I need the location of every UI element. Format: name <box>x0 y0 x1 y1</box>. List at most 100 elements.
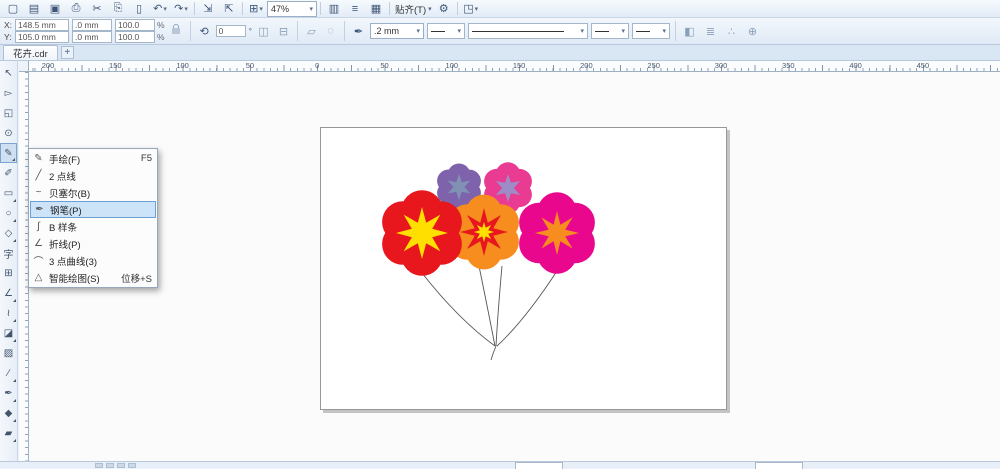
object-height-field[interactable]: .0 mm <box>72 31 112 43</box>
transparency-tool[interactable]: ▨ <box>0 343 17 363</box>
flyout-item-3-point-curve[interactable]: ⌒ 3 点曲线(3) <box>30 252 156 269</box>
drawing-page[interactable] <box>320 127 727 410</box>
zoom-tool[interactable]: ⊙ <box>0 123 17 143</box>
outline-settings-button[interactable]: ≣ <box>702 21 719 41</box>
cut-button[interactable]: ✂ <box>87 1 107 17</box>
document-tab-label: 花卉.cdr <box>13 49 48 60</box>
property-bar: X: 148.5 mm Y: 105.0 mm .0 mm .0 mm 100.… <box>0 18 1000 45</box>
text-tool[interactable]: 字 <box>0 243 17 263</box>
new-document-button[interactable]: ▢ <box>3 1 23 17</box>
zoom-levels-combo[interactable]: 47% ▾ <box>267 0 317 17</box>
drawing-window[interactable] <box>29 72 1000 461</box>
mirror-horizontal-button[interactable]: ◫ <box>255 21 272 41</box>
flyout-item-smart-drawing[interactable]: △ 智能绘图(S) 位移+S <box>30 269 156 286</box>
lock-ratio-button[interactable] <box>168 21 185 41</box>
transparency-tool-icon: ▨ <box>3 347 14 359</box>
scale-v-field[interactable]: 100.0 <box>115 31 155 43</box>
wrap-paragraph-text-button[interactable]: ◧ <box>681 21 698 41</box>
ruler-label: 150 <box>512 61 526 70</box>
y-position-field[interactable]: 105.0 mm <box>15 31 69 43</box>
line-cap-combo[interactable]: ▾ <box>631 23 670 39</box>
flyout-item-freehand[interactable]: ✎ 手绘(F) F5 <box>30 150 156 167</box>
outline-pen-tool[interactable]: ✒ <box>0 383 17 403</box>
flyout-item-b-spline[interactable]: ∫ B 样条 <box>30 218 156 235</box>
line-cap-preview <box>635 30 650 32</box>
flower-stem[interactable] <box>496 270 558 347</box>
flower-stem[interactable] <box>495 265 503 347</box>
export-button[interactable]: ⇱ <box>219 1 239 17</box>
view-rulers-button[interactable]: ≡ <box>345 1 365 17</box>
outline-width-value: .2 mm <box>373 26 399 36</box>
eyedropper-tool[interactable]: ∕ <box>0 363 17 383</box>
paste-button[interactable]: ▯ <box>129 1 149 17</box>
flyout-item-polyline[interactable]: ∠ 折线(P) <box>30 235 156 252</box>
import-button[interactable]: ⇲ <box>198 1 218 17</box>
pick-tool[interactable]: ↖ <box>0 63 17 83</box>
flyout-item-bezier[interactable]: ~ 贝塞尔(B) <box>30 184 156 201</box>
snap-to-button[interactable]: 贴齐(T) ▾ <box>393 1 433 17</box>
fill-tool[interactable]: ◆ <box>0 403 17 423</box>
property-bar-separator <box>343 21 345 41</box>
end-arrowhead-combo[interactable]: ▾ <box>590 23 629 39</box>
print-button[interactable]: ⎙ <box>66 1 86 17</box>
shape-tool-icon: ▻ <box>4 87 13 99</box>
property-bar-tail-icons: ◧ ≣ ∴ ⊕ <box>681 21 761 41</box>
close-curve-button[interactable]: ◌ <box>322 21 339 41</box>
artistic-media-tool[interactable]: ✐ <box>0 163 17 183</box>
document-tab[interactable]: 花卉.cdr <box>3 45 58 60</box>
flower-stem[interactable] <box>421 272 496 347</box>
view-grid-button[interactable]: ▦ <box>366 1 386 17</box>
fit-page-button[interactable]: ⊕ <box>744 21 761 41</box>
line-style-combo[interactable]: ▾ <box>467 23 588 39</box>
copy-button[interactable]: ⎘ <box>108 1 128 17</box>
free-scale-button[interactable]: ∴ <box>723 21 740 41</box>
object-width-field[interactable]: .0 mm <box>72 19 112 31</box>
new-tab-button[interactable]: + <box>60 46 74 59</box>
full-screen-preview-button[interactable]: ▥ <box>324 1 344 17</box>
undo-button[interactable]: ↶ ▾ <box>150 1 170 17</box>
save-button[interactable]: ▣ <box>45 1 65 17</box>
welcome-screen-button[interactable]: ◳ ▾ <box>461 1 481 17</box>
ellipse-tool[interactable]: ○ <box>0 203 17 223</box>
rotation-angle-field[interactable]: 0 <box>215 25 246 37</box>
flyout-item-label: 2 点线 <box>49 171 76 183</box>
page-nav-item[interactable] <box>95 463 103 468</box>
start-arrowhead-combo[interactable]: ▾ <box>426 23 465 39</box>
flower-stem[interactable] <box>478 265 496 347</box>
x-position-field[interactable]: 148.5 mm <box>15 19 69 31</box>
outline-width-combo[interactable]: .2 mm ▾ <box>369 23 424 39</box>
status-bar <box>0 461 1000 469</box>
page-nav-item[interactable] <box>128 463 136 468</box>
polygon-tool[interactable]: ◇ <box>0 223 17 243</box>
shape-tool[interactable]: ▻ <box>0 83 17 103</box>
redo-button[interactable]: ↷ ▾ <box>171 1 191 17</box>
dimension-tool[interactable]: ∠ <box>0 283 17 303</box>
open-button[interactable]: ▤ <box>24 1 44 17</box>
drop-shadow-tool[interactable]: ◪ <box>0 323 17 343</box>
page-nav-item[interactable] <box>106 463 114 468</box>
application-launcher-button[interactable]: ⊞ ▾ <box>246 1 266 17</box>
arrowhead-preview <box>430 30 445 32</box>
options-button[interactable]: ⚙ <box>434 1 454 17</box>
convert-to-curves-button[interactable]: ▱ <box>303 21 320 41</box>
magenta-flower[interactable] <box>519 192 595 274</box>
flyout-item-2-point-line[interactable]: ╱ 2 点线 <box>30 167 156 184</box>
page-nav-item[interactable] <box>117 463 125 468</box>
interactive-fill-tool[interactable]: ▰ <box>0 423 17 443</box>
freehand-tool[interactable]: ✎ <box>0 143 17 163</box>
connector-tool[interactable]: ≀ <box>0 303 17 323</box>
page-navigation[interactable] <box>95 463 136 468</box>
scale-h-field[interactable]: 100.0 <box>115 19 155 31</box>
application-launcher-icon: ⊞ <box>249 3 259 15</box>
mirror-vertical-button[interactable]: ⊟ <box>275 21 292 41</box>
horizontal-ruler[interactable]: 200 150 100 50 0 50 100 150 200 250 300 350 400 450 <box>29 61 1000 72</box>
crop-tool-icon: ◱ <box>3 107 14 119</box>
crop-tool[interactable]: ◱ <box>0 103 17 123</box>
flyout-item-pen[interactable]: ✒ 钢笔(P) <box>30 201 156 218</box>
flyout-item-label: 折线(P) <box>49 239 81 251</box>
table-tool[interactable]: ⊞ <box>0 263 17 283</box>
rectangle-tool[interactable]: ▭ <box>0 183 17 203</box>
flower-stem[interactable] <box>490 345 497 361</box>
export-icon: ⇱ <box>224 3 234 15</box>
flyout-item-shortcut: 位移+S <box>121 273 152 285</box>
